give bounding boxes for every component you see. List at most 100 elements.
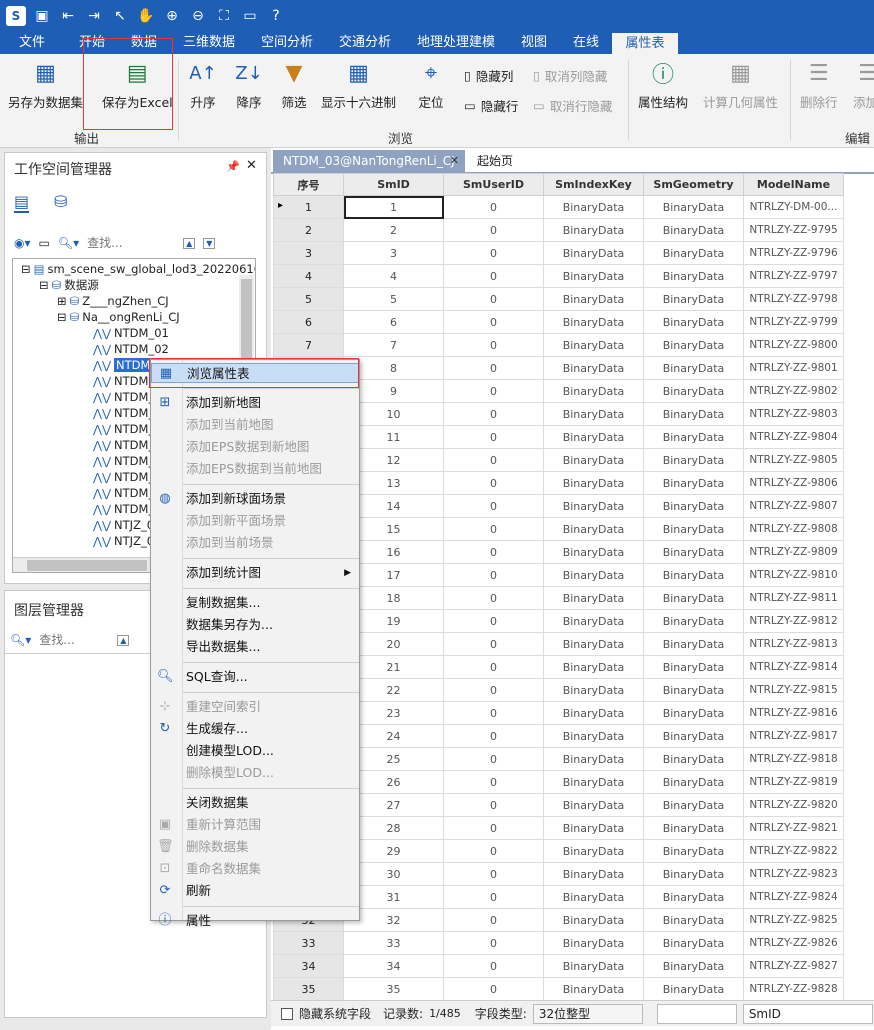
column-header[interactable]: SmGeometry bbox=[643, 173, 744, 196]
workspace-menu-icon[interactable]: ◉▾ bbox=[14, 236, 31, 250]
import-icon[interactable]: ⇤ bbox=[58, 6, 78, 26]
row-header[interactable]: 35 bbox=[273, 977, 344, 1001]
table-cell[interactable]: 0 bbox=[443, 954, 544, 978]
search-up-icon[interactable]: ▲ bbox=[117, 634, 130, 646]
table-cell[interactable]: NTRLZY-ZZ-9806 bbox=[743, 471, 844, 495]
tab-online[interactable]: 在线 bbox=[564, 32, 608, 54]
table-cell[interactable]: 4 bbox=[343, 264, 444, 288]
tree-dataset[interactable]: ⋀⋁ NTJZ_0 bbox=[93, 533, 154, 549]
unhide-row-button[interactable]: ▭ 取消行隐藏 bbox=[533, 96, 612, 115]
collapse-icon[interactable]: ⊟ bbox=[57, 310, 67, 324]
context-menu-item[interactable]: 添加到当前地图 bbox=[151, 415, 359, 435]
table-cell[interactable]: NTRLZY-DM-00... bbox=[743, 195, 844, 219]
row-header[interactable]: 6 bbox=[273, 310, 344, 334]
table-cell[interactable]: BinaryData bbox=[543, 264, 644, 288]
search-icon[interactable]: 🔍︎▾ bbox=[58, 236, 79, 250]
scrollbar-thumb[interactable] bbox=[27, 560, 147, 571]
tree-datasources[interactable]: ⊟ ⛁ 数据源 bbox=[39, 277, 99, 293]
context-menu-item[interactable]: ⓘ 属性 bbox=[151, 911, 359, 931]
tab-file[interactable]: 文件 bbox=[6, 32, 58, 54]
table-cell[interactable]: 0 bbox=[443, 770, 544, 794]
pointer-icon[interactable]: ↖ bbox=[110, 6, 130, 26]
table-cell[interactable]: 0 bbox=[443, 862, 544, 886]
table-cell[interactable]: BinaryData bbox=[543, 448, 644, 472]
table-cell[interactable]: 5 bbox=[343, 287, 444, 311]
table-cell[interactable]: BinaryData bbox=[543, 655, 644, 679]
table-cell[interactable]: NTRLZY-ZZ-9815 bbox=[743, 678, 844, 702]
table-cell[interactable]: BinaryData bbox=[643, 931, 744, 955]
column-header[interactable]: SmUserID bbox=[443, 173, 544, 196]
table-cell[interactable]: NTRLZY-ZZ-9809 bbox=[743, 540, 844, 564]
table-cell[interactable]: 0 bbox=[443, 333, 544, 357]
table-cell[interactable]: BinaryData bbox=[643, 747, 744, 771]
table-cell[interactable]: NTRLZY-ZZ-9810 bbox=[743, 563, 844, 587]
table-cell[interactable]: BinaryData bbox=[643, 586, 744, 610]
table-cell[interactable]: 0 bbox=[443, 885, 544, 909]
filter-button[interactable]: ▼ 筛选 bbox=[279, 58, 309, 111]
help-icon[interactable]: ? bbox=[266, 6, 286, 26]
workspace-doc-icon[interactable]: ▭ bbox=[39, 236, 50, 250]
attribute-structure-button[interactable]: ⓘ 属性结构 bbox=[638, 58, 688, 111]
table-cell[interactable]: NTRLZY-ZZ-9817 bbox=[743, 724, 844, 748]
table-cell[interactable]: 0 bbox=[443, 517, 544, 541]
tree-root[interactable]: ⊟ ▤ sm_scene_sw_global_lod3_20220610 bbox=[21, 261, 255, 277]
tab-spatial-analysis[interactable]: 空间分析 bbox=[254, 32, 320, 54]
table-cell[interactable]: 0 bbox=[443, 402, 544, 426]
table-cell[interactable]: BinaryData bbox=[543, 494, 644, 518]
table-cell[interactable]: NTRLZY-ZZ-9827 bbox=[743, 954, 844, 978]
context-menu-item[interactable]: 复制数据集... bbox=[151, 593, 359, 613]
context-menu-item[interactable]: ◍ 添加到新球面场景 bbox=[151, 489, 359, 509]
context-menu-item[interactable]: 添加EPS数据到新地图 bbox=[151, 437, 359, 457]
table-cell[interactable]: 35 bbox=[343, 977, 444, 1001]
column-header[interactable]: SmID bbox=[343, 173, 444, 196]
open-folder-icon[interactable]: ▭ bbox=[240, 6, 260, 26]
tree-dataset[interactable]: ⋀⋁ NTDM_01 bbox=[93, 325, 169, 341]
sort-ascending-button[interactable]: A↑ 升序 bbox=[188, 58, 218, 111]
table-cell[interactable]: 0 bbox=[443, 793, 544, 817]
table-cell[interactable]: BinaryData bbox=[643, 425, 744, 449]
unhide-column-button[interactable]: ▯ 取消列隐藏 bbox=[533, 66, 607, 85]
table-cell[interactable]: 1 bbox=[343, 195, 444, 219]
table-cell[interactable]: BinaryData bbox=[643, 517, 744, 541]
tree-datasource-2[interactable]: ⊟ ⛁ Na__ongRenLi_CJ bbox=[57, 309, 180, 325]
table-cell[interactable]: BinaryData bbox=[543, 310, 644, 334]
table-cell[interactable]: BinaryData bbox=[543, 195, 644, 219]
table-row[interactable]: 33 33 0 BinaryData BinaryData NTRLZY-ZZ-9826 bbox=[273, 931, 844, 955]
table-cell[interactable]: 7 bbox=[343, 333, 444, 357]
table-cell[interactable]: BinaryData bbox=[543, 563, 644, 587]
table-cell[interactable]: 0 bbox=[443, 655, 544, 679]
table-cell[interactable]: BinaryData bbox=[543, 747, 644, 771]
save-as-dataset-button[interactable]: ▦ 另存为数据集 bbox=[8, 58, 83, 111]
tree-dataset[interactable]: ⋀⋁ NTDM_ bbox=[93, 485, 154, 501]
table-cell[interactable]: BinaryData bbox=[643, 954, 744, 978]
table-cell[interactable]: NTRLZY-ZZ-9819 bbox=[743, 770, 844, 794]
table-cell[interactable]: 3 bbox=[343, 241, 444, 265]
show-hex-button[interactable]: ▦ 显示十六进制 bbox=[321, 58, 396, 111]
context-menu-item[interactable]: ⊹ 重建空间索引 bbox=[151, 697, 359, 717]
tab-geoprocessing[interactable]: 地理处理建模 bbox=[410, 32, 502, 54]
tab-traffic-analysis[interactable]: 交通分析 bbox=[332, 32, 398, 54]
close-icon[interactable]: ✕ bbox=[450, 150, 459, 172]
table-cell[interactable]: 2 bbox=[343, 218, 444, 242]
table-row[interactable]: 3 3 0 BinaryData BinaryData NTRLZY-ZZ-9796 bbox=[273, 241, 844, 265]
save-icon[interactable]: ▣ bbox=[32, 6, 52, 26]
table-cell[interactable]: BinaryData bbox=[643, 379, 744, 403]
table-cell[interactable]: BinaryData bbox=[643, 264, 744, 288]
table-cell[interactable]: 0 bbox=[443, 563, 544, 587]
table-cell[interactable]: 0 bbox=[443, 678, 544, 702]
close-icon[interactable]: ✕ bbox=[246, 158, 257, 173]
table-cell[interactable]: BinaryData bbox=[643, 839, 744, 863]
table-cell[interactable]: NTRLZY-ZZ-9825 bbox=[743, 908, 844, 932]
table-cell[interactable]: BinaryData bbox=[643, 977, 744, 1001]
context-menu-item[interactable]: 创建模型LOD... bbox=[151, 741, 359, 761]
context-menu-item[interactable]: 添加到新平面场景 bbox=[151, 511, 359, 531]
zoom-in-icon[interactable]: ⊕ bbox=[162, 6, 182, 26]
table-cell[interactable]: 0 bbox=[443, 356, 544, 380]
table-cell[interactable]: BinaryData bbox=[643, 678, 744, 702]
table-cell[interactable]: BinaryData bbox=[543, 632, 644, 656]
context-menu-item[interactable]: 数据集另存为... bbox=[151, 615, 359, 635]
collapse-icon[interactable]: ⊟ bbox=[21, 262, 31, 276]
table-cell[interactable]: 0 bbox=[443, 494, 544, 518]
table-cell[interactable]: NTRLZY-ZZ-9824 bbox=[743, 885, 844, 909]
context-menu-item[interactable]: ⟳ 刷新 bbox=[151, 881, 359, 901]
